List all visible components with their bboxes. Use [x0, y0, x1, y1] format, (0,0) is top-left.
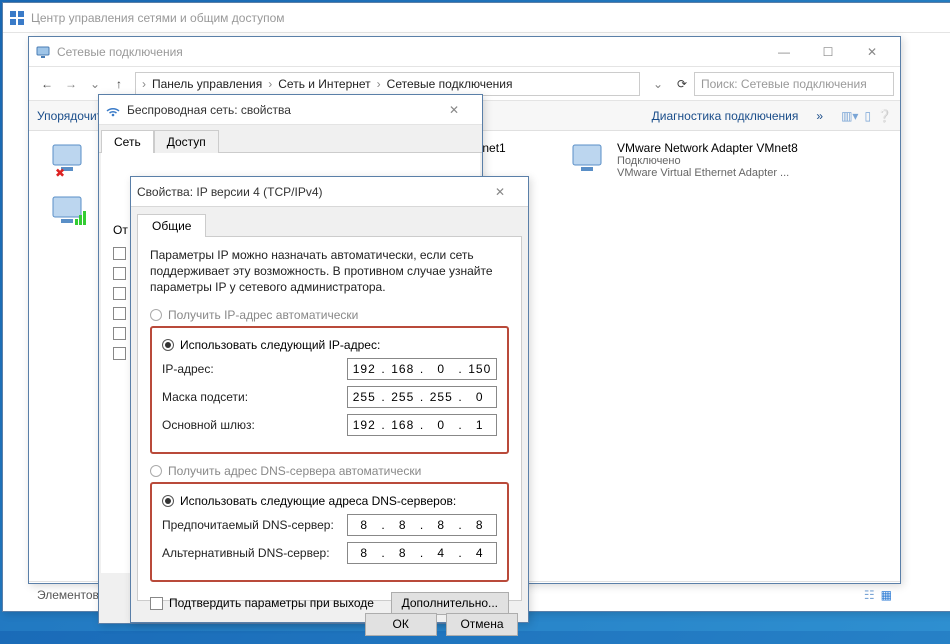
wifi-icon [105, 102, 121, 118]
checkbox-icon [150, 597, 163, 610]
view-details-icon[interactable]: ☷ [864, 588, 875, 602]
chevron-right-icon: › [140, 77, 148, 91]
gateway-input[interactable]: 192. 168. 0. 1 [347, 414, 497, 436]
radio-label: Использовать следующий IP-адрес: [180, 338, 380, 352]
titlebar[interactable]: Центр управления сетями и общим доступом… [3, 3, 950, 33]
nav-fwd-button[interactable]: → [59, 72, 83, 96]
view-tiles-icon[interactable]: ▦ [881, 588, 892, 602]
checkbox[interactable] [113, 327, 126, 340]
minimize-button[interactable]: — [945, 4, 950, 32]
dialog-title: Свойства: IP версии 4 (TCP/IPv4) [137, 185, 478, 199]
radio-ip-auto[interactable]: Получить IP-адрес автоматически [150, 308, 509, 322]
app-icon [9, 10, 25, 26]
adapter-name: VMware Network Adapter VMnet8 [617, 141, 798, 155]
subnet-mask-input[interactable]: 255. 255. 255. 0 [347, 386, 497, 408]
ipv4-properties-dialog: Свойства: IP версии 4 (TCP/IPv4) ✕ Общие… [130, 176, 529, 623]
titlebar[interactable]: Свойства: IP версии 4 (TCP/IPv4) ✕ [131, 177, 528, 207]
radio-icon [150, 309, 162, 321]
checkbox[interactable] [113, 287, 126, 300]
crumb[interactable]: Сеть и Интернет [274, 77, 374, 91]
refresh-button[interactable]: ⟳ [670, 72, 694, 96]
diagnose-button[interactable]: Диагностика подключения [652, 109, 799, 123]
dns-group: Использовать следующие адреса DNS-сервер… [150, 482, 509, 582]
dialog-body: Параметры IP можно назначать автоматичес… [137, 236, 522, 601]
advanced-button[interactable]: Дополнительно... [391, 592, 509, 615]
ip-address-input[interactable]: 192. 168. 0. 150 [347, 358, 497, 380]
description-text: Параметры IP можно назначать автоматичес… [150, 247, 509, 296]
dns2-label: Альтернативный DNS-сервер: [162, 546, 347, 560]
radio-dns-auto: Получить адрес DNS-сервера автоматически [150, 464, 509, 478]
radio-label: Использовать следующие адреса DNS-сервер… [180, 494, 456, 508]
nav-back-button[interactable]: ← [35, 72, 59, 96]
preferred-dns-input[interactable]: 8. 8. 8. 8 [347, 514, 497, 536]
radio-label: Получить адрес DNS-сервера автоматически [168, 464, 421, 478]
titlebar[interactable]: Сетевые подключения — ☐ ✕ [29, 37, 900, 67]
checkbox[interactable] [113, 307, 126, 320]
tab-general[interactable]: Общие [137, 214, 206, 237]
nav-recent-button[interactable]: ⌄ [83, 72, 107, 96]
ip-group: Использовать следующий IP-адрес: IP-адре… [150, 326, 509, 454]
ip-label: IP-адрес: [162, 362, 347, 376]
nav-up-button[interactable]: ↑ [107, 72, 131, 96]
radio-label: Получить IP-адрес автоматически [168, 308, 358, 322]
checkbox-label: Подтвердить параметры при выходе [169, 596, 374, 610]
network-icon [35, 44, 51, 60]
window-title: Сетевые подключения [57, 45, 762, 59]
checkbox[interactable] [113, 267, 126, 280]
tabstrip: Общие [131, 207, 528, 236]
adapter-status: Подключено [617, 155, 798, 167]
help-icon[interactable]: ❔ [877, 109, 892, 123]
adapter-item[interactable]: VMware Network Adapter VMnet8 Подключено… [569, 141, 869, 179]
history-dropdown[interactable]: ⌄ [646, 72, 670, 96]
ok-button[interactable]: ОК [365, 613, 437, 636]
maximize-button[interactable]: ☐ [806, 38, 850, 66]
checkbox[interactable] [113, 347, 126, 360]
tab-network[interactable]: Сеть [101, 130, 154, 153]
chevron-right-icon: › [266, 77, 274, 91]
view-layout-icon[interactable]: ▥▾ [841, 109, 858, 123]
dialog-footer: ОК Отмена [131, 607, 528, 644]
adapter-icon: ✖ [49, 141, 89, 177]
tabstrip: Сеть Доступ [99, 127, 482, 153]
dialog-title: Беспроводная сеть: свойства [127, 103, 432, 117]
gw-label: Основной шлюз: [162, 418, 347, 432]
cancel-button[interactable]: Отмена [446, 613, 518, 636]
crumb[interactable]: Панель управления [148, 77, 266, 91]
radio-icon [162, 495, 174, 507]
mask-label: Маска подсети: [162, 390, 347, 404]
close-button[interactable]: ✕ [478, 178, 522, 206]
titlebar[interactable]: Беспроводная сеть: свойства ✕ [99, 95, 482, 125]
overflow-button[interactable]: » [816, 109, 823, 123]
svg-text:✖: ✖ [55, 166, 65, 177]
search-input[interactable]: Поиск: Сетевые подключения [694, 72, 894, 96]
breadcrumb[interactable]: › Панель управления › Сеть и Интернет › … [135, 72, 640, 96]
adapter-device: VMware Virtual Ethernet Adapter ... [617, 167, 798, 179]
crumb[interactable]: Сетевые подключения [383, 77, 517, 91]
minimize-button[interactable]: — [762, 38, 806, 66]
checkbox[interactable] [113, 247, 126, 260]
window-title: Центр управления сетями и общим доступом [31, 11, 945, 25]
close-button[interactable]: ✕ [432, 96, 476, 124]
tab-access[interactable]: Доступ [154, 130, 219, 153]
chevron-right-icon: › [375, 77, 383, 91]
dns1-label: Предпочитаемый DNS-сервер: [162, 518, 347, 532]
alternate-dns-input[interactable]: 8. 8. 4. 4 [347, 542, 497, 564]
adapter-icon [49, 193, 89, 229]
radio-icon [150, 465, 162, 477]
radio-dns-manual[interactable]: Использовать следующие адреса DNS-сервер… [162, 494, 497, 508]
search-placeholder: Поиск: Сетевые подключения [701, 77, 867, 91]
radio-icon [162, 339, 174, 351]
adapter-icon [569, 141, 609, 177]
close-button[interactable]: ✕ [850, 38, 894, 66]
view-preview-icon[interactable]: ▯ [864, 109, 871, 123]
radio-ip-manual[interactable]: Использовать следующий IP-адрес: [162, 338, 497, 352]
